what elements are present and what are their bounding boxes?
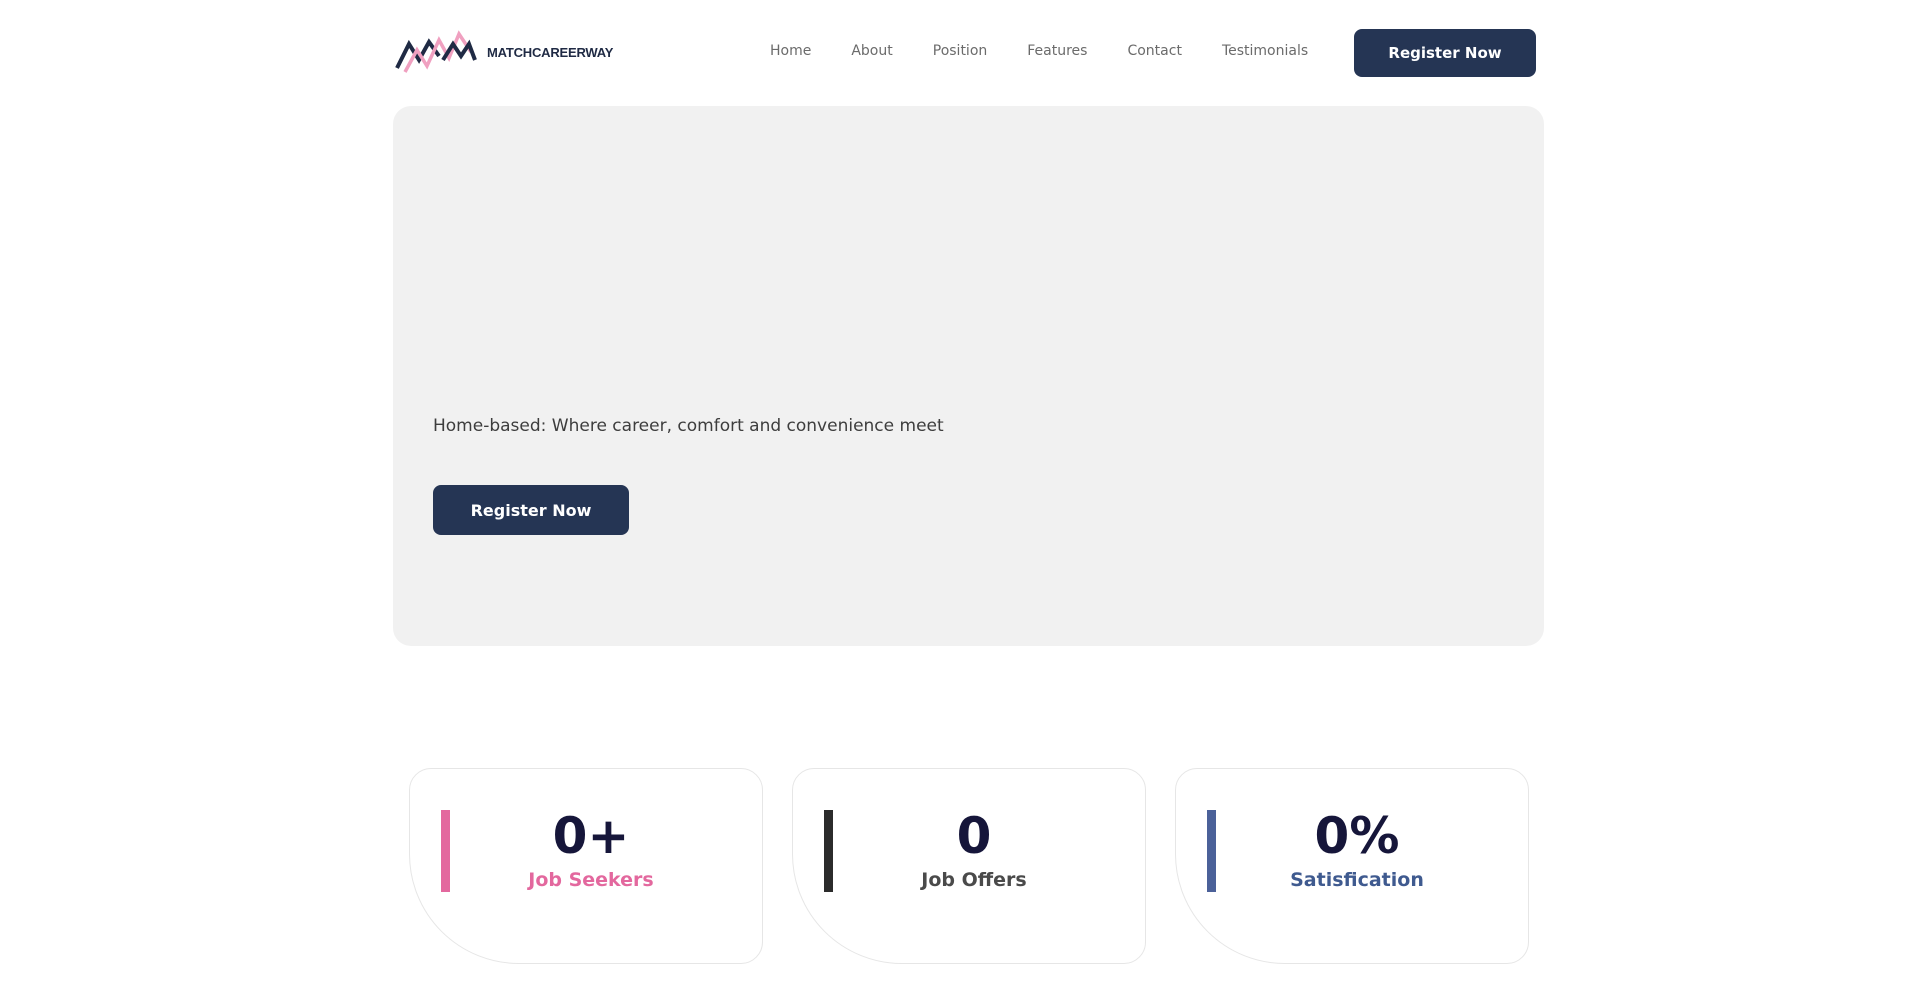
main-nav: Home About Position Features Contact Tes… bbox=[770, 43, 1348, 59]
nav-features[interactable]: Features bbox=[1027, 43, 1087, 59]
nav-home[interactable]: Home bbox=[770, 43, 811, 59]
nav-contact[interactable]: Contact bbox=[1127, 43, 1181, 59]
stat-value: 0 bbox=[956, 807, 992, 865]
nav-position[interactable]: Position bbox=[933, 43, 988, 59]
nav-about[interactable]: About bbox=[851, 43, 892, 59]
brand-logo[interactable]: MATCHCAREERWAY bbox=[395, 30, 613, 74]
brand-name: MATCHCAREERWAY bbox=[487, 44, 614, 60]
logo-mark-icon bbox=[395, 30, 477, 73]
hero-tagline: Home-based: Where career, comfort and co… bbox=[433, 416, 944, 436]
stat-label: Satisfication bbox=[1290, 869, 1424, 891]
stat-value: 0+ bbox=[552, 807, 630, 865]
hero-section: Home-based: Where career, comfort and co… bbox=[393, 106, 1544, 646]
header-register-button[interactable]: Register Now bbox=[1354, 29, 1536, 77]
nav-testimonials[interactable]: Testimonials bbox=[1222, 43, 1308, 59]
stat-card-satisfaction: 0% Satisfication bbox=[1175, 768, 1529, 964]
stat-label: Job Offers bbox=[921, 869, 1027, 891]
stats-section: 0+ Job Seekers 0 Job Offers 0% Satisfica… bbox=[409, 768, 1529, 964]
stat-card-job-seekers: 0+ Job Seekers bbox=[409, 768, 763, 964]
stat-value: 0% bbox=[1314, 807, 1400, 865]
site-header: MATCHCAREERWAY Home About Position Featu… bbox=[0, 0, 1920, 106]
hero-register-button[interactable]: Register Now bbox=[433, 485, 629, 535]
stat-label: Job Seekers bbox=[528, 869, 654, 891]
stat-card-job-offers: 0 Job Offers bbox=[792, 768, 1146, 964]
